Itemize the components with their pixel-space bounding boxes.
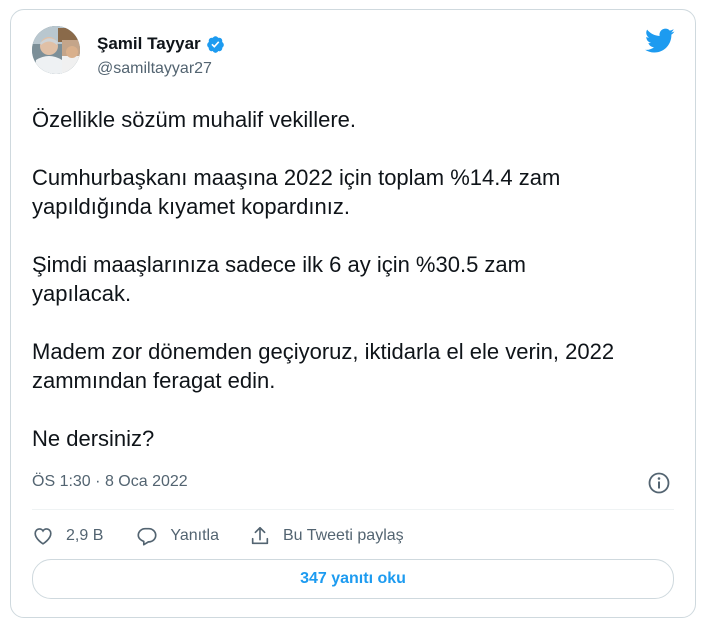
tweet-date: 8 Oca 2022 [104,473,188,490]
read-replies-label: 347 yanıtı oku [300,570,406,587]
meta-separator: · [95,473,101,490]
reply-button[interactable]: Yanıtla [136,525,219,547]
tweet-paragraph: Cumhurbaşkanı maaşına 2022 için toplam %… [32,165,561,219]
share-icon [251,526,269,545]
divider [32,509,674,510]
info-icon[interactable] [647,471,671,495]
tweet-time: ÖS 1:30 [32,473,91,490]
tweet-paragraph: Ne dersiniz? [32,426,155,451]
twitter-bird-icon[interactable] [645,28,675,54]
tweet-card: Şamil Tayyar @samiltayyar27 Özellikle sö… [10,9,696,618]
reply-label: Yanıtla [170,527,219,544]
reply-bubble-icon [137,527,157,546]
like-button[interactable]: 2,9 B [32,525,103,547]
tweet-paragraph: Madem zor dönemden geçiyoruz, iktidarla … [32,339,615,393]
avatar[interactable] [32,26,80,74]
tweet-text: Özellikle sözüm muhalif vekillere. Cumhu… [32,105,672,453]
avatar-photo [32,26,80,74]
tweet-paragraph: Özellikle sözüm muhalif vekillere. [32,107,356,132]
tweet-paragraph: Şimdi maaşlarınıza sadece ilk 6 ay için … [32,252,526,306]
share-label: Bu Tweeti paylaş [282,527,404,544]
author-handle[interactable]: @samiltayyar27 [97,60,212,78]
tweet-actions: 2,9 B Yanıtla Bu Tweeti paylaş [32,523,404,549]
share-button[interactable]: Bu Tweeti paylaş [249,525,404,547]
heart-icon [34,528,52,545]
like-count: 2,9 B [66,527,104,544]
author-display-name[interactable]: Şamil Tayyar [97,34,201,54]
verified-badge-icon [206,35,224,53]
author-name-row[interactable]: Şamil Tayyar [97,34,225,54]
read-replies-button[interactable]: 347 yanıtı oku [32,559,674,599]
tweet-timestamp[interactable]: ÖS 1:30 · 8 Oca 2022 [32,473,188,491]
